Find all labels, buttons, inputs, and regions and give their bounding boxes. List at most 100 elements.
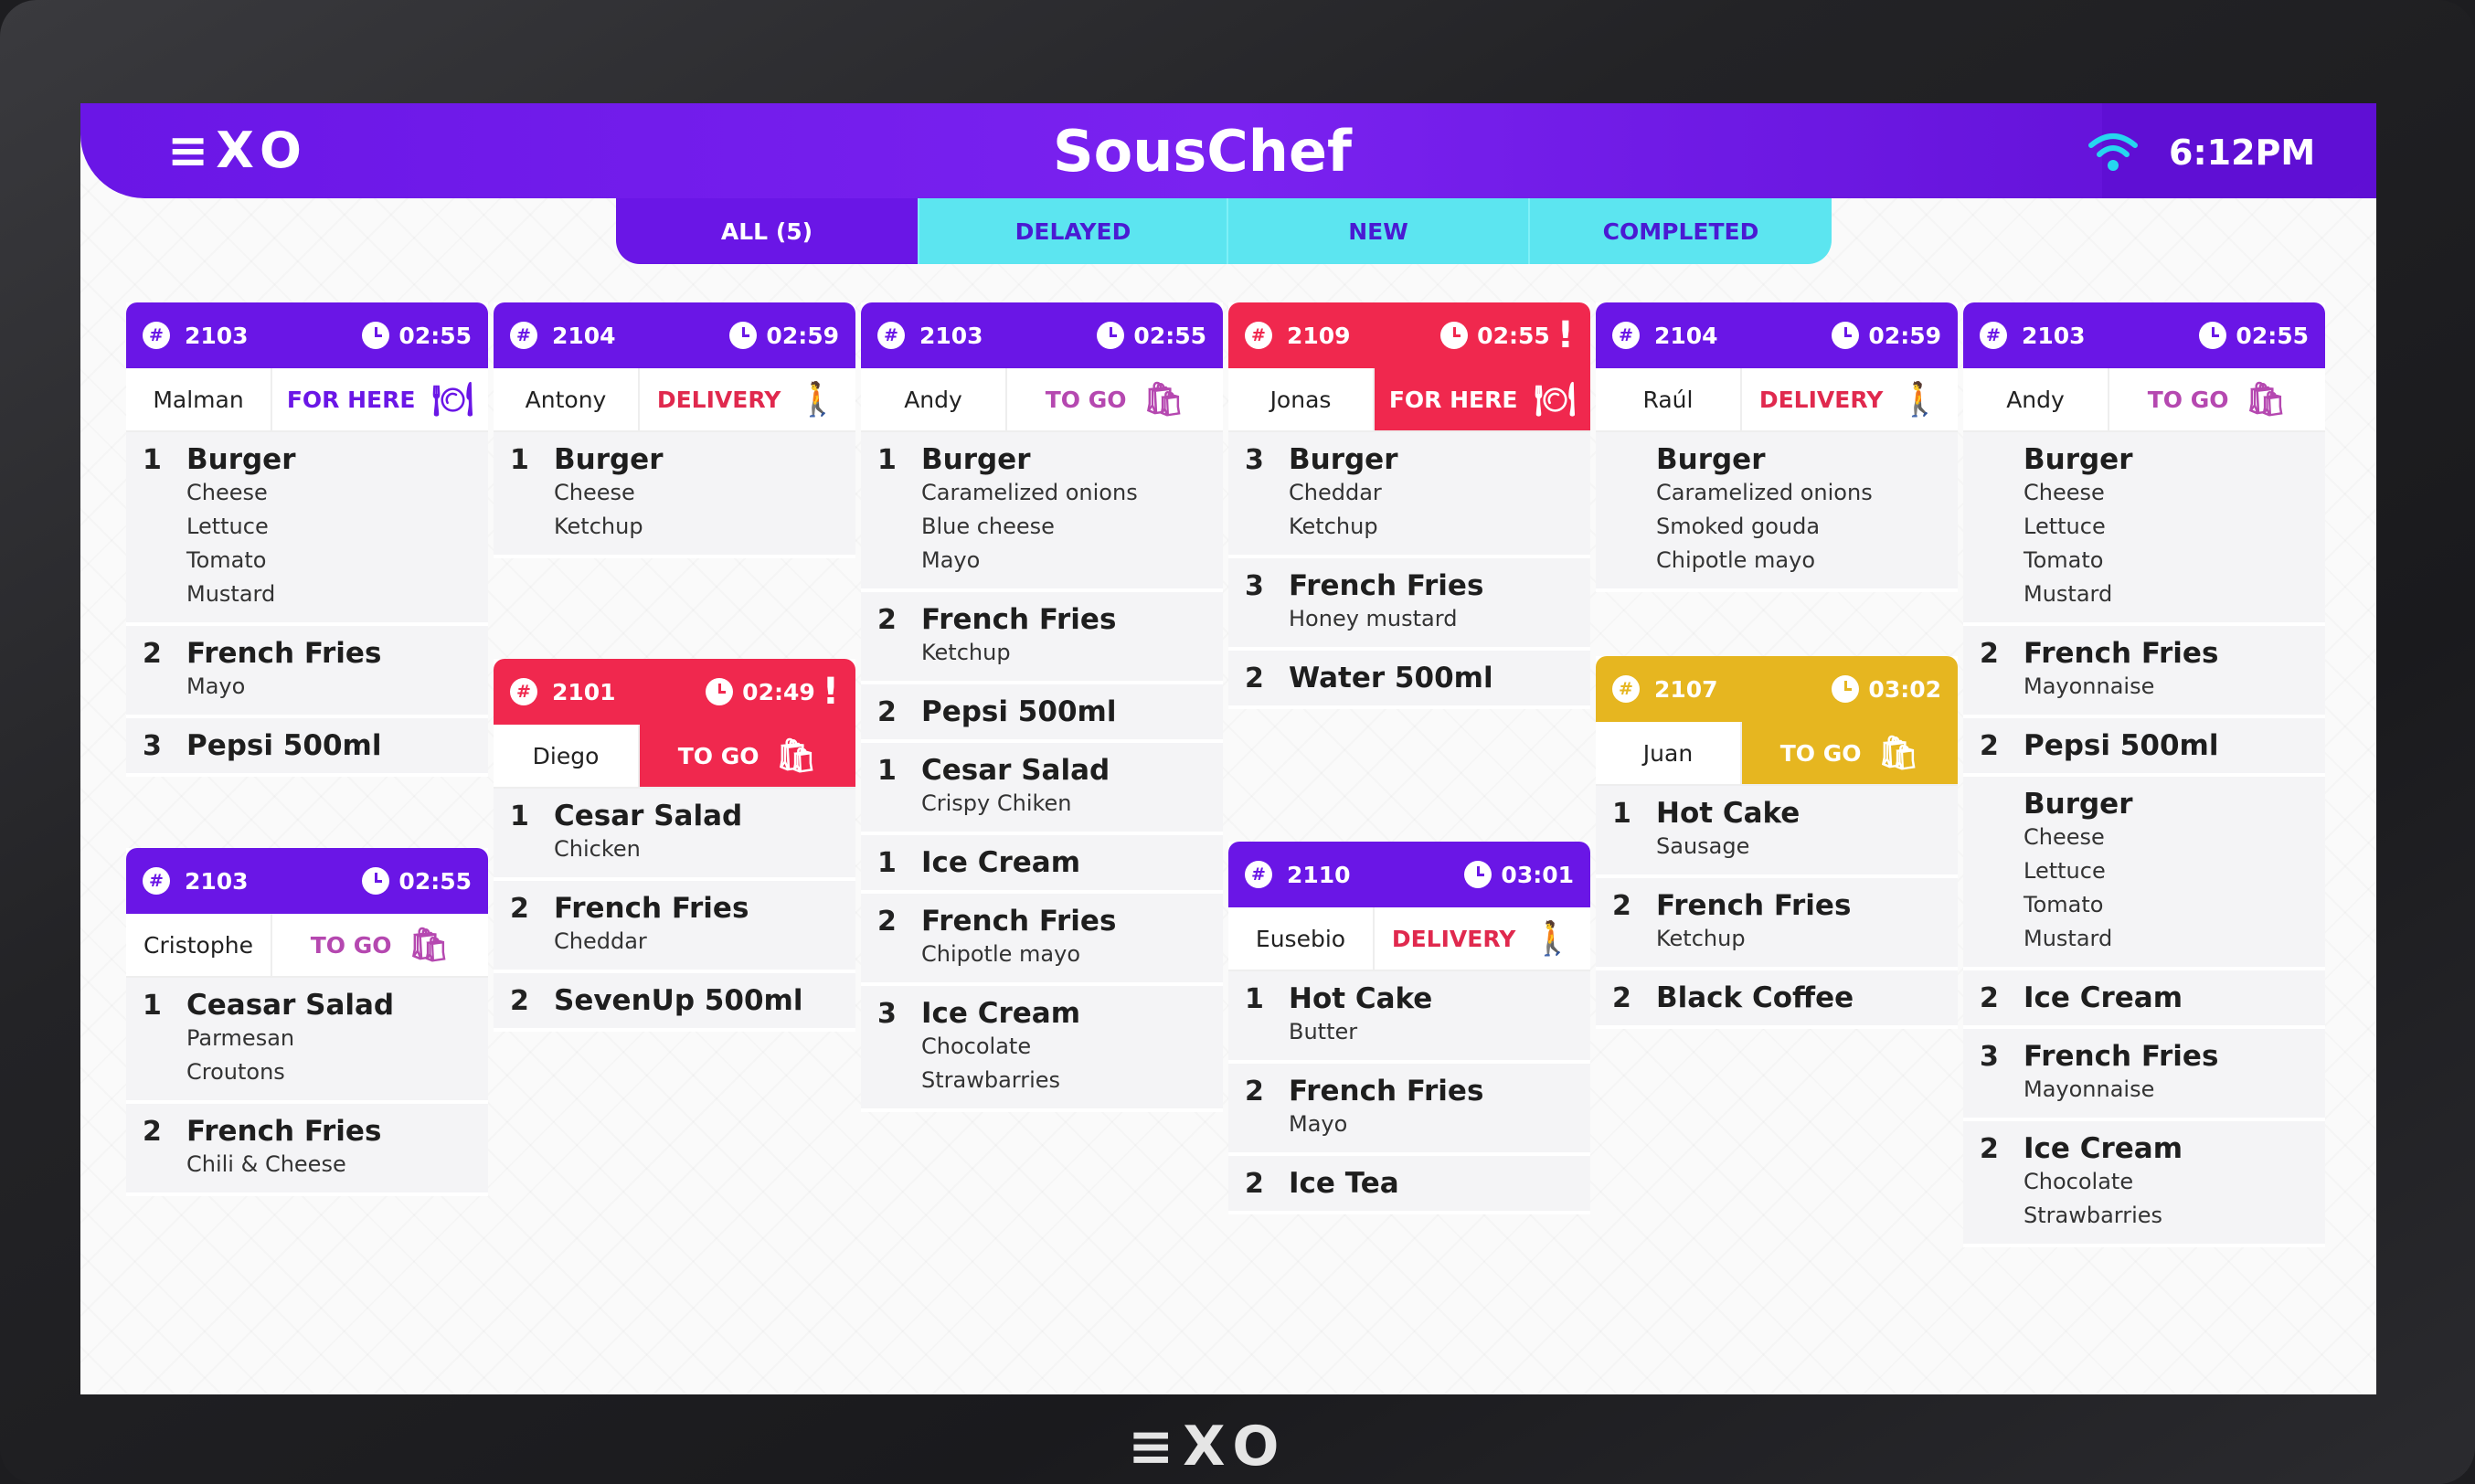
order-item[interactable]: 2 French Fries Ketchup [1596,878,1958,970]
order-item[interactable]: 3 Pepsi 500ml [126,718,488,777]
order-item[interactable]: 2 Ice Cream [1963,970,2325,1029]
order-item[interactable]: 1 Ceasar Salad Parmesan Croutons [126,978,488,1104]
order-card[interactable]: #2103 02:55 Malman FOR HERE 🍽 1 Burger Cheese Le… [126,302,488,777]
order-timer: 02:59 [766,322,839,349]
order-item[interactable]: 1 Burger Cheese Ketchup [494,432,855,558]
order-item[interactable]: 2 French Fries Mayo [126,626,488,718]
order-card[interactable]: #2104 02:59 Raúl DELIVERY 🚶 Burger Caramelized… [1596,302,1958,592]
order-item[interactable]: Burger Caramelized onions Smoked gouda Chip… [1596,432,1958,592]
order-number: 2107 [1654,675,1718,703]
order-item[interactable]: 2 Ice Cream Chocolate Strawbarries [1963,1121,2325,1247]
order-item-line: 1 Burger [143,443,470,476]
order-item[interactable]: 2 Pepsi 500ml [861,684,1223,743]
order-number: 2104 [552,322,616,349]
order-item[interactable]: 2 SevenUp 500ml [494,973,855,1032]
order-item-line: 1 Hot Cake [1245,982,1572,1015]
order-item[interactable]: 1 Ice Cream [861,835,1223,894]
order-item[interactable]: 1 Burger Cheese Lettuce Tomato Mustard [126,432,488,626]
order-number-icon: # [1612,322,1640,349]
item-name: Pepsi 500ml [186,729,382,762]
order-item[interactable]: 2 French Fries Chili & Cheese [126,1104,488,1196]
order-card[interactable]: #2109 02:55! Jonas FOR HERE 🍽 3 Burger Cheddar K… [1228,302,1590,709]
bag-icon: 🛍 [408,927,451,964]
item-qty: 1 [1612,798,1631,830]
order-item[interactable]: 2 French Fries Mayonnaise [1963,626,2325,718]
order-item[interactable]: 3 French Fries Honey mustard [1228,558,1590,651]
order-item[interactable]: Burger Cheese Lettuce Tomato Mustard [1963,777,2325,970]
order-number: 2103 [2022,322,2086,349]
alert-icon: ! [1556,314,1574,356]
order-card[interactable]: #2103 02:55 Cristophe TO GO 🛍 1 Ceasar Salad Pa… [126,848,488,1196]
item-modifier: Sausage [1656,833,1750,859]
item-modifier: Strawbarries [2024,1203,2163,1228]
order-item[interactable]: Burger Cheese Lettuce Tomato Mustard [1963,432,2325,626]
order-number-icon: # [877,322,905,349]
item-name: French Fries [186,637,382,670]
timer-clock-icon [1440,322,1469,349]
order-item[interactable]: 3 Burger Cheddar Ketchup [1228,432,1590,558]
order-item-line: 2 Black Coffee [1612,981,1939,1014]
item-modifier: Chipotle mayo [1656,547,1815,573]
dine-in-icon: 🍽 [431,381,474,419]
order-number: 2109 [1287,322,1351,349]
order-item[interactable]: 2 Ice Tea [1228,1156,1590,1214]
item-name: Hot Cake [1656,797,1800,830]
item-qty: 3 [877,998,897,1030]
item-name: Burger [2024,443,2133,476]
item-modifier: Ketchup [1656,926,1746,951]
item-qty: 2 [510,893,529,925]
order-info-row: Raúl DELIVERY 🚶 [1596,368,1958,432]
item-modifier: Tomato [2024,892,2104,917]
order-item[interactable]: 1 Hot Cake Sausage [1596,786,1958,878]
item-name: Burger [554,443,664,476]
order-item-line: 3 French Fries [1245,569,1572,602]
order-card[interactable]: #2110 03:01 Eusebio DELIVERY 🚶 1 Hot Cake Butte… [1228,842,1590,1214]
order-item[interactable]: 3 French Fries Mayonnaise [1963,1029,2325,1121]
order-item[interactable]: 2 French Fries Chipotle mayo [861,894,1223,986]
item-modifier: Cheese [186,480,268,505]
order-item-line: 2 French Fries [143,1115,470,1148]
order-item[interactable]: 2 Water 500ml [1228,651,1590,709]
order-item[interactable]: 2 Pepsi 500ml [1963,718,2325,777]
order-item[interactable]: 1 Hot Cake Butter [1228,971,1590,1064]
order-card[interactable]: #2104 02:59 Antony DELIVERY 🚶 1 Burger Cheese Ke… [494,302,855,558]
order-item[interactable]: 1 Burger Caramelized onions Blue cheese Mayo [861,432,1223,592]
order-item-line: 2 French Fries [1245,1075,1572,1108]
item-modifier: Mayo [186,673,246,699]
order-item[interactable]: 2 French Fries Mayo [1228,1064,1590,1156]
order-card[interactable]: #2103 02:55 Andy TO GO 🛍 Burger Cheese Lettuce T… [1963,302,2325,1247]
order-card-header: #2109 02:55! [1228,302,1590,368]
timer-clock-icon [2199,322,2227,349]
order-type: DELIVERY 🚶 [638,368,855,430]
order-type-label: TO GO [310,931,392,959]
order-item-line: Burger [1980,443,2307,476]
order-item[interactable]: 2 French Fries Ketchup [861,592,1223,684]
order-item-line: 1 Ice Cream [877,846,1205,879]
order-type-label: TO GO [1779,739,1862,767]
order-type-label: DELIVERY [1391,925,1516,952]
item-qty: 2 [1245,662,1264,694]
item-modifier: Cheddar [554,928,647,954]
order-item[interactable]: 1 Cesar Salad Crispy Chiken [861,743,1223,835]
order-item-line: 2 Ice Tea [1245,1167,1572,1200]
order-type: TO GO 🛍 [271,914,488,976]
item-modifier: Mustard [2024,926,2113,951]
item-modifier: Mayonnaise [2024,673,2155,699]
order-card[interactable]: #2101 02:49! Diego TO GO 🛍 1 Cesar Salad Chicke… [494,659,855,1032]
order-info-row: Antony DELIVERY 🚶 [494,368,855,432]
order-type-label: TO GO [1045,386,1127,413]
order-number: 2101 [552,678,616,705]
order-item[interactable]: 2 Black Coffee [1596,970,1958,1029]
order-card[interactable]: #2107 03:02 Juan TO GO 🛍 1 Hot Cake Sausage 2 Fre… [1596,656,1958,1029]
orders-grid: #2103 02:55 Malman FOR HERE 🍽 1 Burger Cheese Le… [80,103,2376,1394]
order-card-header: #2101 02:49! [494,659,855,725]
item-name: Cesar Salad [554,800,743,832]
item-name: Burger [1289,443,1398,476]
order-item[interactable]: 3 Ice Cream Chocolate Strawbarries [861,986,1223,1112]
order-item[interactable]: 1 Cesar Salad Chicken [494,789,855,881]
order-item[interactable]: 2 French Fries Cheddar [494,881,855,973]
order-info-row: Eusebio DELIVERY 🚶 [1228,907,1590,971]
item-qty: 2 [143,1116,162,1148]
order-card[interactable]: #2103 02:55 Andy TO GO 🛍 1 Burger Caramelized o… [861,302,1223,1112]
order-info-row: Diego TO GO 🛍 [494,725,855,789]
